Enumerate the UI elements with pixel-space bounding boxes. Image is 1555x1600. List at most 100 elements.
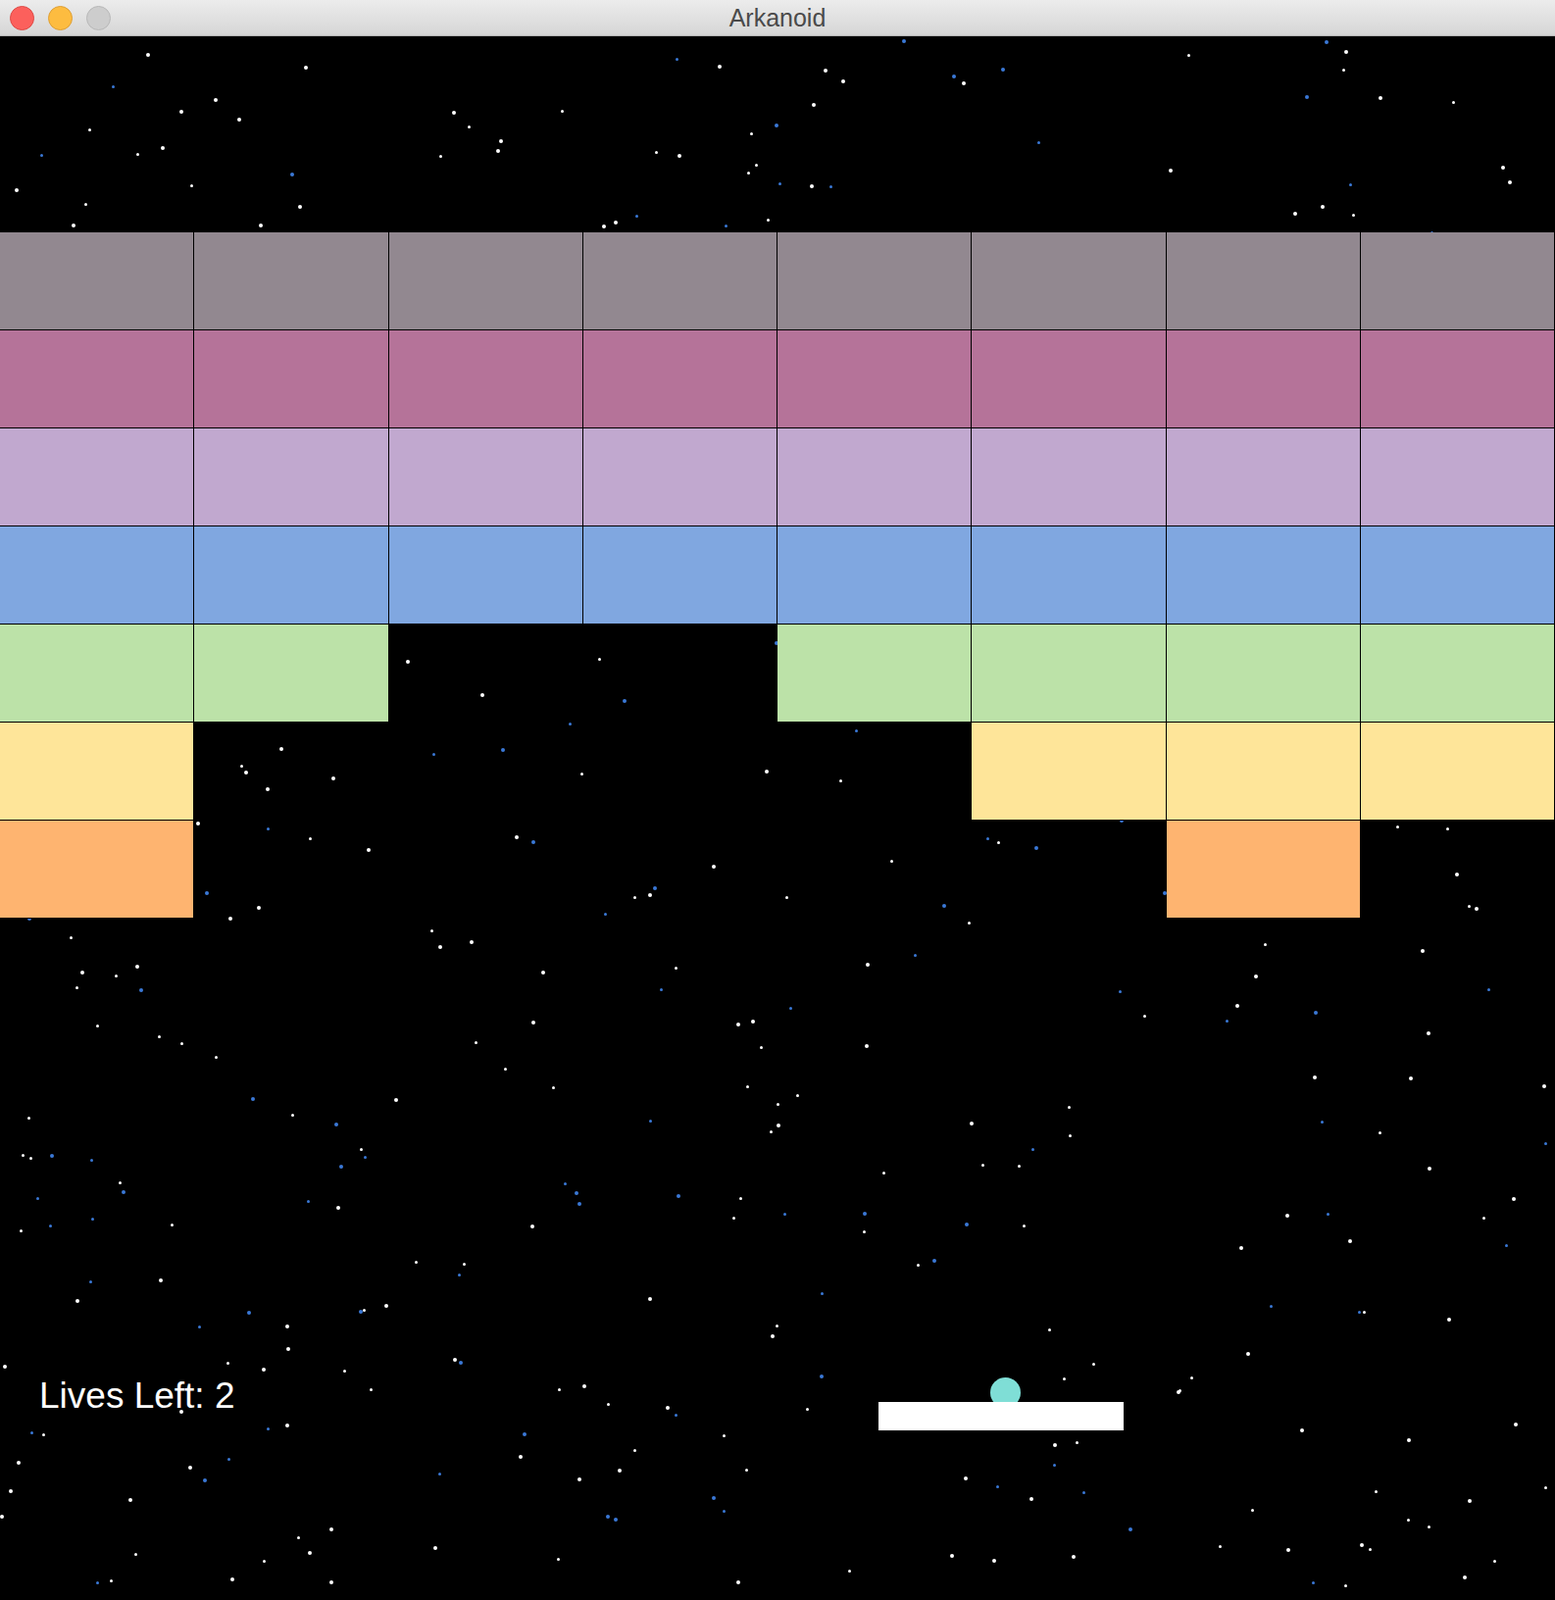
star — [531, 1020, 536, 1025]
star — [42, 1433, 46, 1437]
game-area[interactable]: Lives Left: 2 — [0, 36, 1555, 1600]
star — [290, 172, 295, 177]
star — [1067, 1105, 1071, 1109]
star — [336, 1205, 341, 1210]
star — [722, 1509, 726, 1513]
star — [522, 1432, 527, 1437]
star — [433, 1546, 438, 1551]
star — [1462, 1575, 1467, 1580]
star — [480, 693, 485, 698]
star — [717, 64, 722, 69]
star — [1017, 1164, 1021, 1168]
star — [1501, 165, 1505, 170]
brick — [971, 624, 1166, 723]
star — [1427, 1525, 1431, 1529]
star — [747, 171, 751, 175]
star — [1474, 906, 1479, 911]
empty-slot — [583, 820, 778, 919]
star — [1378, 96, 1383, 101]
star — [1075, 1441, 1079, 1445]
close-button[interactable] — [9, 5, 35, 31]
star — [228, 916, 233, 921]
star — [339, 1164, 344, 1169]
star — [432, 752, 436, 756]
star — [1190, 1376, 1194, 1380]
star — [796, 1094, 800, 1098]
star — [1447, 1317, 1452, 1322]
star — [462, 1262, 466, 1266]
star — [1452, 100, 1455, 104]
empty-slot — [971, 820, 1166, 919]
star — [531, 840, 536, 845]
empty-slot — [583, 722, 778, 821]
star — [307, 1551, 312, 1555]
star — [1378, 1131, 1382, 1135]
star — [135, 964, 140, 969]
star — [265, 787, 270, 792]
star — [1507, 180, 1512, 185]
zoom-button[interactable] — [86, 5, 111, 31]
star — [1235, 1003, 1240, 1008]
brick — [0, 526, 195, 625]
star — [902, 39, 906, 44]
star — [250, 1097, 255, 1102]
star — [1263, 943, 1267, 947]
brick — [971, 330, 1166, 429]
star — [84, 202, 88, 206]
star — [582, 1384, 587, 1389]
star — [809, 184, 814, 189]
star — [170, 1223, 174, 1227]
star — [1037, 141, 1041, 145]
star — [759, 1046, 763, 1050]
star — [766, 218, 770, 222]
star — [1542, 1084, 1547, 1089]
star — [649, 1119, 653, 1123]
star — [262, 1559, 266, 1563]
star — [1544, 1486, 1548, 1490]
star — [286, 1347, 291, 1352]
star — [111, 85, 115, 89]
star — [829, 185, 833, 189]
star — [190, 184, 194, 188]
star — [457, 1273, 461, 1277]
star — [503, 1067, 507, 1071]
star — [613, 1517, 618, 1522]
star — [676, 1194, 681, 1199]
brick — [971, 428, 1166, 527]
star — [279, 747, 284, 752]
star — [308, 837, 312, 841]
star — [711, 864, 716, 869]
star — [496, 149, 501, 153]
star — [202, 1478, 207, 1483]
brick — [1166, 428, 1361, 527]
brick — [0, 820, 195, 919]
star — [188, 1465, 193, 1470]
star — [329, 1580, 334, 1585]
star — [291, 1113, 295, 1117]
star — [213, 98, 218, 102]
star — [36, 1197, 40, 1201]
star — [75, 986, 79, 990]
star — [1022, 1224, 1026, 1228]
star — [514, 835, 519, 840]
star — [369, 1388, 373, 1392]
star — [1446, 827, 1450, 831]
minimize-button[interactable] — [48, 5, 73, 31]
star — [916, 1263, 920, 1267]
star — [996, 1485, 1000, 1489]
star — [91, 1217, 95, 1221]
star — [674, 1413, 678, 1417]
star — [633, 896, 637, 900]
star — [121, 1190, 126, 1195]
star — [1246, 1352, 1251, 1356]
star — [633, 1449, 637, 1453]
star — [179, 109, 184, 114]
star — [1357, 1310, 1361, 1314]
paddle[interactable] — [878, 1402, 1124, 1431]
star — [750, 132, 753, 136]
star — [841, 79, 846, 84]
star — [1285, 1213, 1290, 1218]
star — [751, 1019, 755, 1024]
star — [992, 1558, 997, 1563]
star — [774, 123, 779, 128]
